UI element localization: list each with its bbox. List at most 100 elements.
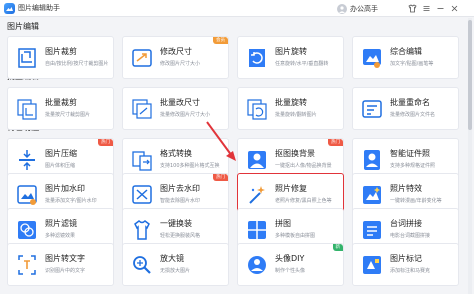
tool-name: 拼图 (275, 219, 291, 228)
tool-name: 放大镜 (160, 254, 184, 263)
watermark-icon (16, 183, 38, 207)
tool-name: 图片加水印 (45, 184, 85, 193)
tool-desc: 添加标注和马赛克 (390, 268, 431, 274)
tool-name: 照片特效 (390, 184, 422, 193)
tool-name: 图片转文字 (45, 254, 85, 263)
tool-name: 批量改尺寸 (160, 98, 200, 107)
tool-desc: 老照片修复/黑白照上色等 (275, 198, 332, 204)
tool-name: 综合编辑 (390, 47, 422, 56)
tool-name: 图片去水印 (160, 184, 200, 193)
tool-desc: 批量按尺寸裁剪图片 (45, 112, 91, 118)
tool-desc: 加文字/贴图/画笔等 (390, 61, 434, 67)
tool-card-resize[interactable]: 修改尺寸修改图片尺寸大小 会员 (122, 36, 229, 79)
close-icon[interactable] (448, 2, 461, 15)
tool-name: 头像DIY (275, 254, 305, 263)
effect-icon (361, 183, 383, 207)
cutout-icon (246, 148, 268, 172)
ocr-icon (16, 253, 38, 277)
tool-name: 图片裁剪 (45, 47, 77, 56)
compress-icon (16, 148, 38, 172)
tool-badge: 热门 (213, 174, 228, 181)
tool-badge: 热门 (328, 139, 343, 146)
tool-badge: 热门 (98, 139, 113, 146)
tool-desc: 制作个性头像 (275, 268, 306, 274)
avatar-diy-icon (246, 253, 268, 277)
tool-desc: 多种模板自由拼图 (275, 233, 316, 239)
tool-desc: 智能去除图片水印 (160, 198, 201, 204)
tool-desc: 批量旋转/翻转图片 (275, 112, 317, 118)
tool-name: 抠图换背景 (275, 149, 315, 158)
tool-name: 修改尺寸 (160, 47, 192, 56)
tool-card-crop[interactable]: 图片裁剪自由/按比例/按尺寸裁剪图片 (7, 36, 114, 79)
tool-desc: 批量添加文字/图片水印 (45, 198, 97, 204)
tool-desc: 轻松更换服装风格 (160, 233, 201, 239)
menu-icon[interactable] (420, 2, 433, 15)
tool-card-mark[interactable]: 图片标记添加标注和马赛克 (352, 243, 459, 286)
remove-watermark-icon (131, 183, 153, 207)
idphoto-icon (361, 148, 383, 172)
tool-desc: 电影台词截图拼接 (390, 233, 431, 239)
tool-name: 格式转换 (160, 149, 192, 158)
tool-card-rename[interactable]: 批量重命名批量修改图片文件名 (352, 87, 459, 130)
tool-desc: 图片体积压缩 (45, 163, 76, 169)
account-name: 办公高手 (350, 4, 378, 13)
section-title-edit: 图片编辑 (7, 22, 39, 31)
tool-name: 照片滤镜 (45, 219, 77, 228)
subtitle-icon (361, 218, 383, 242)
tool-name: 照片修复 (275, 184, 307, 193)
tool-card-batch-resize[interactable]: 批量改尺寸批量修改图片尺寸大小 (122, 87, 229, 130)
rotate-icon (246, 46, 268, 70)
tool-card-magnifier[interactable]: 放大镜 无损放大图片 (122, 243, 229, 286)
rename-icon (361, 97, 383, 121)
filter-icon (16, 218, 38, 242)
tool-desc: 一键转漫画/年龄变化等 (390, 198, 442, 204)
edit-icon (361, 46, 383, 70)
tool-name: 图片压缩 (45, 149, 77, 158)
account-menu[interactable]: 办公高手 (337, 2, 378, 15)
magnifier-icon (131, 253, 153, 277)
app-title: 图片编辑助手 (18, 4, 60, 12)
repair-icon (246, 183, 268, 207)
tool-name: 批量裁剪 (45, 98, 77, 107)
outfit-icon (131, 218, 153, 242)
tool-name: 图片旋转 (275, 47, 307, 56)
resize-icon (131, 46, 153, 70)
collage-icon (246, 218, 268, 242)
tool-card-edit[interactable]: 综合编辑加文字/贴图/画笔等 (352, 36, 459, 79)
tool-desc: 修改图片尺寸大小 (160, 61, 201, 67)
tool-name: 批量旋转 (275, 98, 307, 107)
tool-card-batch-crop[interactable]: 批量裁剪批量按尺寸裁剪图片 (7, 87, 114, 130)
tool-card-batch-rotate[interactable]: 批量旋转批量旋转/翻转图片 (237, 87, 344, 130)
tool-card-rotate[interactable]: 图片旋转任意旋转/水平/垂直翻转 (237, 36, 344, 79)
batch-resize-icon (131, 97, 153, 121)
tool-card-ocr[interactable]: 图片转文字识别图片中的文字 (7, 243, 114, 286)
tool-name: 图片标记 (390, 254, 422, 263)
tool-name: 一键换装 (160, 219, 192, 228)
tool-desc: 一键抠出人像/物品换背景 (275, 163, 332, 169)
minimize-icon[interactable] (434, 2, 447, 15)
tool-desc: 多种滤镜效果 (45, 233, 76, 239)
mark-icon (361, 253, 383, 277)
tool-desc: 批量修改图片尺寸大小 (160, 112, 211, 118)
tool-desc: 支持多种规格证件照 (390, 163, 436, 169)
tool-badge: 新 (332, 244, 343, 251)
title-bar: 图片编辑助手 办公高手 (0, 0, 474, 17)
scrollbar-thumb[interactable] (468, 20, 472, 130)
batch-crop-icon (16, 97, 38, 121)
app-logo-icon (4, 3, 15, 14)
tool-desc: 支持100多种图片格式互换 (160, 163, 220, 169)
tool-name: 台词拼接 (390, 219, 422, 228)
tool-badge: 会员 (213, 37, 228, 44)
crop-icon (16, 46, 38, 70)
tool-name: 智能证件照 (390, 149, 430, 158)
tool-desc: 自由/按比例/按尺寸裁剪图片 (45, 61, 109, 67)
tool-desc: 无损放大图片 (160, 268, 191, 274)
avatar (337, 3, 347, 14)
tool-desc: 识别图片中的文字 (45, 268, 86, 274)
skin-icon[interactable] (406, 2, 419, 15)
batch-rotate-icon (246, 97, 268, 121)
tool-card-avatar-diy[interactable]: 头像DIY 制作个性头像 新 (237, 243, 344, 286)
tool-desc: 批量修改图片文件名 (390, 112, 436, 118)
tool-name: 批量重命名 (390, 98, 430, 107)
tool-desc: 任意旋转/水平/垂直翻转 (275, 61, 329, 67)
